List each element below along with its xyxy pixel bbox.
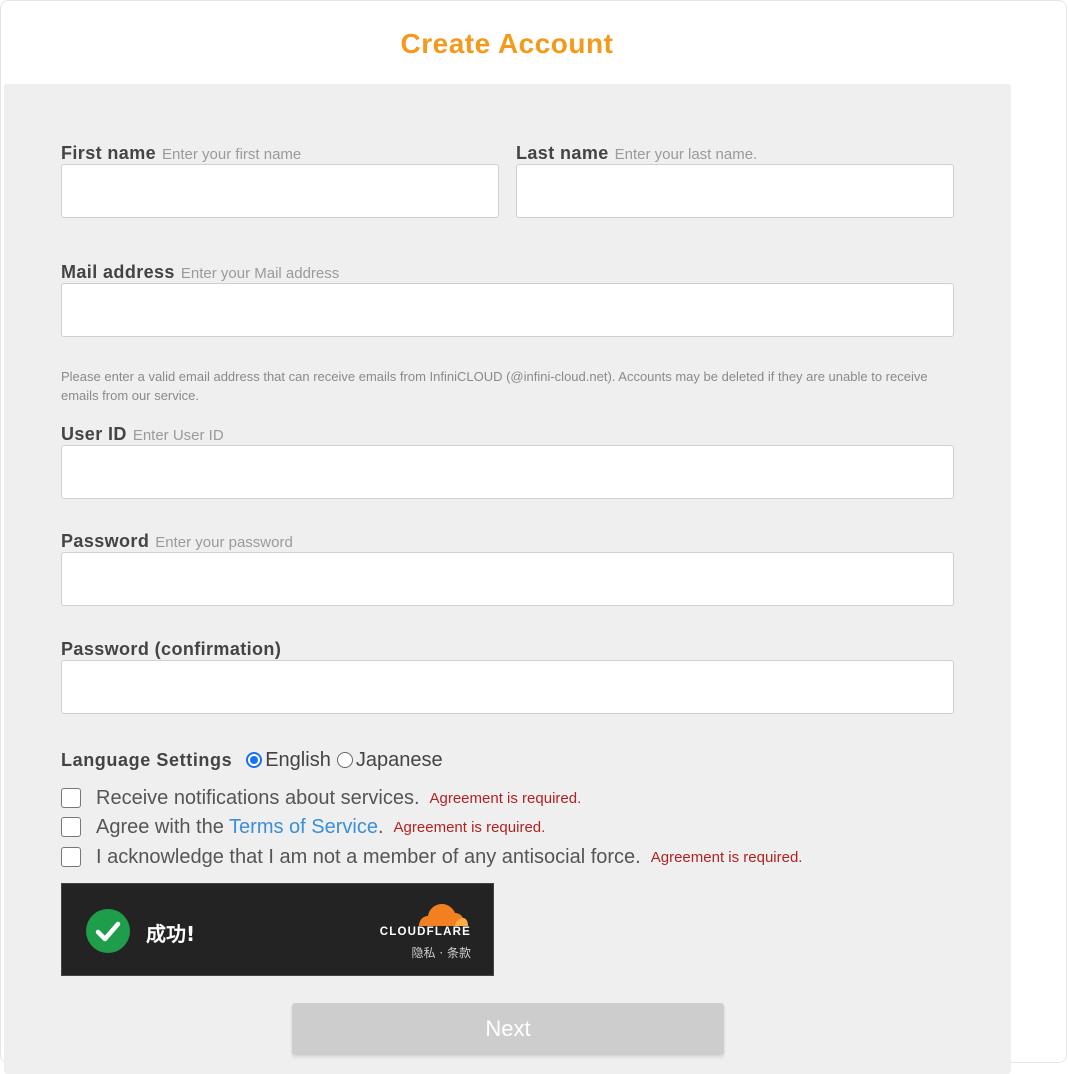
language-settings: Language Settings English Japanese	[61, 745, 449, 775]
radio-japanese[interactable]	[336, 752, 353, 768]
privacy-link[interactable]: 隐私	[411, 946, 435, 960]
user-id-field: User ID Enter User ID	[61, 423, 954, 499]
notifications-text: Receive notifications about services.	[96, 786, 420, 809]
mail-input[interactable]	[61, 283, 954, 337]
antisocial-checkbox[interactable]	[61, 847, 81, 867]
password-field: Password Enter your password	[61, 530, 954, 606]
password-confirm-label: Password (confirmation)	[61, 639, 282, 659]
password-confirm-input[interactable]	[61, 660, 954, 714]
link-separator: ·	[439, 946, 444, 960]
first-name-field: First name Enter your first name	[61, 142, 499, 218]
terms-suffix: .	[377, 815, 384, 838]
next-button[interactable]: Next	[292, 1003, 724, 1055]
last-name-hint: Enter your last name.	[614, 146, 758, 163]
radio-japanese-label[interactable]: Japanese	[356, 749, 443, 772]
language-label: Language Settings	[61, 749, 233, 770]
first-name-hint: Enter your first name	[162, 146, 302, 163]
terms-prefix: Agree with the	[96, 815, 230, 838]
notifications-row: Receive notifications about services. Ag…	[61, 785, 581, 811]
mail-hint: Enter your Mail address	[180, 265, 340, 282]
captcha-links: 隐私 · 条款	[411, 944, 471, 961]
terms-checkbox[interactable]	[61, 817, 81, 837]
antisocial-text: I acknowledge that I am not a member of …	[96, 845, 641, 868]
mail-label: Mail address	[61, 262, 175, 282]
password-confirm-field: Password (confirmation)	[61, 638, 954, 714]
last-name-input[interactable]	[516, 164, 954, 218]
user-id-hint: Enter User ID	[132, 427, 224, 444]
captcha-terms-link[interactable]: 条款	[447, 946, 471, 960]
notifications-error: Agreement is required.	[429, 789, 582, 807]
terms-error: Agreement is required.	[393, 818, 546, 836]
radio-english[interactable]	[246, 752, 263, 768]
first-name-input[interactable]	[61, 164, 499, 218]
first-name-label: First name	[61, 143, 157, 163]
user-id-label: User ID	[61, 424, 127, 444]
last-name-label: Last name	[516, 143, 609, 163]
radio-english-label[interactable]: English	[265, 749, 331, 772]
terms-row: Agree with the Terms of Service. Agreeme…	[61, 814, 545, 840]
password-hint: Enter your password	[155, 534, 293, 551]
success-check-icon	[86, 909, 130, 953]
last-name-field: Last name Enter your last name.	[516, 142, 954, 218]
page-title: Create Account	[400, 28, 614, 59]
terms-text: Agree with the Terms of Service.	[96, 816, 384, 839]
user-id-input[interactable]	[61, 445, 954, 499]
mail-note: Please enter a valid email address that …	[61, 369, 928, 403]
cloudflare-captcha[interactable]: 成功! CLOUDFLARE 隐私 · 条款	[61, 883, 494, 976]
antisocial-error: Agreement is required.	[650, 848, 803, 866]
terms-of-service-link[interactable]: Terms of Service	[229, 816, 378, 838]
antisocial-row: I acknowledge that I am not a member of …	[61, 844, 802, 870]
password-input[interactable]	[61, 552, 954, 606]
notifications-checkbox[interactable]	[61, 788, 81, 808]
cloudflare-brand: CLOUDFLARE	[379, 926, 471, 938]
mail-field: Mail address Enter your Mail address	[61, 261, 954, 337]
captcha-status: 成功!	[146, 922, 196, 946]
password-label: Password	[61, 531, 150, 551]
